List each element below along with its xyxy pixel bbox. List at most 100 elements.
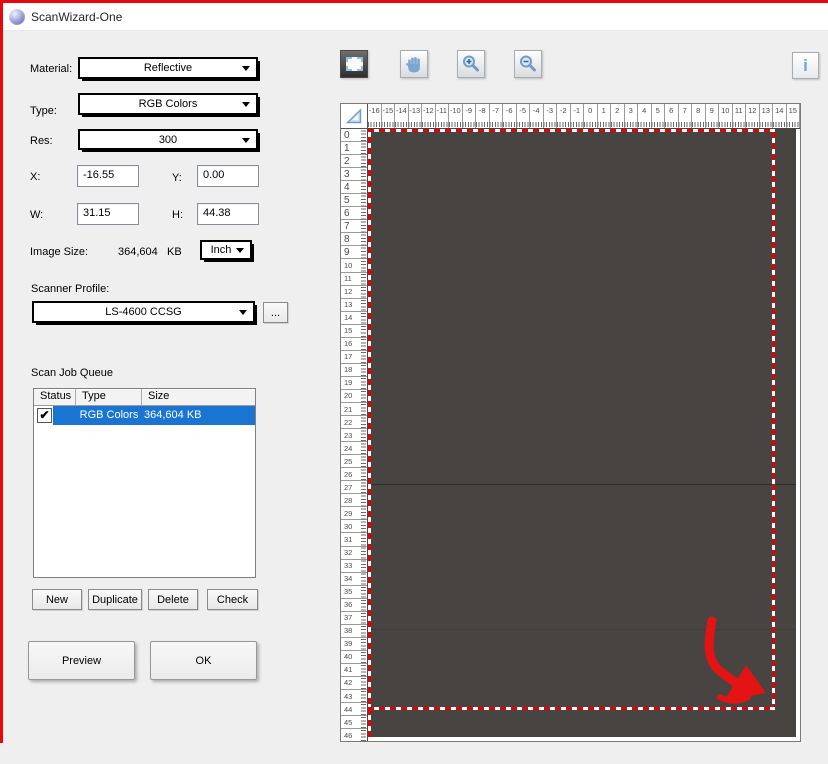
ruler-tick-label: 15 <box>787 104 801 129</box>
ruler-tick-label: 5 <box>652 104 666 129</box>
ruler-tick-label: 39 <box>341 638 368 651</box>
zoom-out-icon <box>518 54 538 74</box>
ruler-tick-label: 29 <box>341 507 368 520</box>
ruler-tick-label: 11 <box>341 273 368 286</box>
preview-button[interactable]: Preview <box>28 641 135 680</box>
scanner-profile-label: Scanner Profile: <box>31 283 109 295</box>
material-dropdown[interactable]: Reflective <box>78 57 258 79</box>
ruler-tick-label: 31 <box>341 533 368 546</box>
ruler-tick-label: 22 <box>341 416 368 429</box>
ruler-tick-label: 13 <box>341 299 368 312</box>
title-bar: ScanWizard-One <box>0 3 828 31</box>
ruler-tick-label: 36 <box>341 599 368 612</box>
queue-header-row: Status Type Size <box>34 389 255 406</box>
image-size-value: 364,604 <box>118 246 158 258</box>
type-value: RGB Colors <box>139 98 198 110</box>
ruler-tick-label: 20 <box>341 390 368 403</box>
horizontal-ruler: -16-15-14-13-12-11-10-9-8-7-6-5-4-3-2-10… <box>368 104 800 129</box>
status-checkbox[interactable]: ✔ <box>37 408 52 423</box>
column-header-size[interactable]: Size <box>142 389 255 405</box>
unit-dropdown[interactable]: Inch <box>200 240 252 260</box>
ruler-tick-label: 6 <box>341 207 368 220</box>
ruler-tick-label: 28 <box>341 494 368 507</box>
ruler-tick-label: -5 <box>517 104 531 129</box>
delete-button[interactable]: Delete <box>148 589 198 610</box>
res-value: 300 <box>159 134 177 146</box>
scan-job-queue-label: Scan Job Queue <box>31 367 113 379</box>
ruler-tick-label: 18 <box>341 364 368 377</box>
ruler-tick-label: 1 <box>341 142 368 155</box>
res-dropdown[interactable]: 300 <box>78 129 258 150</box>
zoom-out-tool-button[interactable] <box>514 50 542 78</box>
new-button[interactable]: New <box>32 589 82 610</box>
ruler-tick-label: 23 <box>341 429 368 442</box>
scanner-profile-dropdown[interactable]: LS-4600 CCSG <box>32 301 255 323</box>
h-input[interactable]: 44.38 <box>197 203 259 225</box>
image-size-unit: KB <box>167 246 182 258</box>
res-label: Res: <box>30 135 53 147</box>
ruler-tick-label: 14 <box>773 104 787 129</box>
ruler-tick-label: 8 <box>692 104 706 129</box>
ruler-tick-label: 34 <box>341 573 368 586</box>
w-input[interactable]: 31.15 <box>77 203 139 225</box>
ruler-tick-label: 30 <box>341 520 368 533</box>
column-header-type[interactable]: Type <box>76 389 142 405</box>
ruler-corner-button[interactable] <box>341 104 368 129</box>
duplicate-button[interactable]: Duplicate <box>88 589 142 610</box>
scan-preview-canvas[interactable] <box>368 129 800 741</box>
marquee-icon <box>346 57 363 71</box>
ruler-tick-label: -16 <box>368 104 382 129</box>
ruler-tick-label: 35 <box>341 586 368 599</box>
ruler-tick-label: -6 <box>503 104 517 129</box>
chevron-down-icon <box>242 102 250 111</box>
fold-line <box>368 484 796 485</box>
ruler-tick-label: 45 <box>341 716 368 729</box>
y-input[interactable]: 0.00 <box>197 165 259 187</box>
type-dropdown[interactable]: RGB Colors <box>78 93 258 115</box>
annotation-arrow <box>698 611 780 707</box>
window-title: ScanWizard-One <box>31 10 122 24</box>
image-size-label: Image Size: <box>30 246 88 258</box>
chevron-down-icon <box>236 248 244 257</box>
ruler-tick-label: 26 <box>341 468 368 481</box>
x-input[interactable]: -16.55 <box>77 165 139 187</box>
annotation-border-left <box>0 0 3 743</box>
ruler-tick-label: 17 <box>341 351 368 364</box>
material-label: Material: <box>30 63 72 75</box>
ruler-tick-label: 40 <box>341 651 368 664</box>
selection-border-top[interactable] <box>368 129 775 132</box>
ruler-tick-label: -7 <box>490 104 504 129</box>
ruler-tick-label: 38 <box>341 625 368 638</box>
check-button[interactable]: Check <box>207 589 258 610</box>
ruler-tick-label: 12 <box>341 286 368 299</box>
ruler-tick-label: -10 <box>449 104 463 129</box>
ruler-tick-label: -11 <box>436 104 450 129</box>
ruler-tick-label: 10 <box>719 104 733 129</box>
chevron-down-icon <box>239 310 247 319</box>
ruler-tick-label: 10 <box>341 259 368 272</box>
w-label: W: <box>30 209 43 221</box>
ruler-tick-label: 13 <box>760 104 774 129</box>
ruler-tick-label: 42 <box>341 677 368 690</box>
ruler-tick-label: 15 <box>341 325 368 338</box>
unit-value: Inch <box>211 244 232 256</box>
selection-border-bottom[interactable] <box>368 707 775 710</box>
x-label: X: <box>30 171 40 183</box>
ruler-tick-label: 41 <box>341 664 368 677</box>
table-row[interactable]: ✔ RGB Colors 364,604 KB <box>34 406 255 426</box>
selection-border-left[interactable] <box>368 129 371 737</box>
ruler-tick-label: 1 <box>598 104 612 129</box>
zoom-in-tool-button[interactable] <box>457 50 485 78</box>
ruler-tick-label: 0 <box>341 129 368 142</box>
info-button[interactable]: i <box>792 52 819 79</box>
marquee-select-tool-button[interactable] <box>340 50 368 78</box>
browse-profile-button[interactable]: ... <box>263 302 288 323</box>
zoom-in-icon <box>461 54 481 74</box>
preview-pane: -16-15-14-13-12-11-10-9-8-7-6-5-4-3-2-10… <box>340 103 801 742</box>
pan-tool-button[interactable] <box>400 50 428 78</box>
column-header-status[interactable]: Status <box>34 389 76 405</box>
scan-job-queue-table: Status Type Size ✔ RGB Colors 364,604 KB <box>33 388 256 578</box>
row-type: RGB Colors <box>76 409 142 421</box>
ok-button[interactable]: OK <box>150 641 257 680</box>
type-label: Type: <box>30 105 57 117</box>
